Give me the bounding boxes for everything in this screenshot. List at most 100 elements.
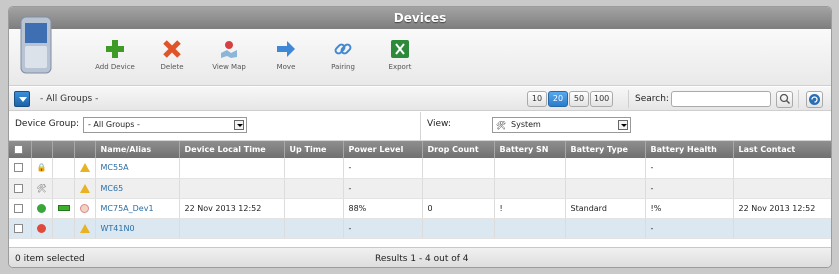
device-name-link[interactable]: MC65 [95, 178, 180, 199]
last-contact [733, 178, 831, 199]
delete-button[interactable]: Delete [142, 39, 202, 71]
column-name-alias[interactable]: Name/Alias [95, 141, 180, 158]
battery-health: - [645, 178, 734, 199]
up-time [284, 198, 344, 219]
divider [420, 112, 421, 140]
current-group-label: - All Groups - [40, 94, 99, 104]
devices-table: Name/Alias Device Local Time Up Time Pow… [9, 141, 831, 239]
handheld-device-icon [20, 16, 52, 74]
page-size-20[interactable]: 20 [548, 91, 568, 107]
devices-window: Devices Add Device Delete View Map Move … [8, 6, 832, 268]
connection-header [52, 141, 75, 158]
select-all-checkbox[interactable] [14, 145, 23, 154]
add-device-button[interactable]: Add Device [85, 39, 145, 71]
table-row[interactable]: WT41N0 - - [9, 218, 831, 239]
battery-health: !% [645, 198, 734, 219]
device-local-time: 22 Nov 2013 12:52 [179, 198, 285, 219]
device-name-link[interactable]: MC75A_Dev1 [95, 198, 180, 219]
column-drop-count[interactable]: Drop Count [422, 141, 495, 158]
power-level: - [343, 218, 423, 239]
row-checkbox[interactable] [14, 183, 23, 193]
search-input[interactable] [671, 91, 771, 107]
view-map-label: View Map [212, 63, 246, 71]
row-checkbox[interactable] [14, 163, 23, 173]
column-battery-type[interactable]: Battery Type [565, 141, 646, 158]
export-label: Export [388, 63, 412, 71]
device-name-link[interactable]: MC55A [95, 158, 180, 179]
up-time [284, 178, 344, 199]
refresh-button[interactable] [806, 91, 823, 108]
toolbar-ribbon: Add Device Delete View Map Move Pairing … [9, 16, 831, 86]
status-header [31, 141, 53, 158]
pairing-button[interactable]: Pairing [313, 39, 373, 71]
warning-icon [79, 183, 90, 193]
search-label: Search: [635, 94, 669, 104]
battery-type: Standard [565, 198, 646, 219]
lock-icon: 🔒 [36, 163, 47, 173]
page-size-selector: 10 20 50 100 [527, 91, 614, 107]
map-icon [221, 41, 237, 58]
magnifier-icon [779, 93, 791, 105]
power-level: - [343, 158, 423, 179]
last-contact: 22 Nov 2013 12:52 [733, 198, 831, 219]
view-value: System [511, 120, 541, 129]
drop-count: 0 [422, 198, 495, 219]
page-size-100[interactable]: 100 [590, 91, 614, 107]
table-row[interactable]: MC75A_Dev1 22 Nov 2013 12:52 88% 0 ! Sta… [9, 198, 831, 219]
window-title: Devices [9, 7, 831, 29]
drop-count [422, 218, 495, 239]
last-contact [733, 218, 831, 239]
delete-x-icon [163, 40, 181, 58]
device-local-time [179, 178, 285, 199]
search-button[interactable] [776, 91, 793, 108]
pairing-label: Pairing [331, 63, 355, 71]
refresh-icon [809, 94, 820, 105]
selected-count: 0 item selected [15, 254, 85, 264]
ok-check-icon [36, 203, 46, 213]
filter-toggle-button[interactable] [14, 91, 30, 107]
table-row[interactable]: 🛠 MC65 - - [9, 178, 831, 199]
power-level: 88% [343, 198, 423, 219]
results-count: Results 1 - 4 out of 4 [375, 254, 469, 264]
column-battery-sn[interactable]: Battery SN [494, 141, 566, 158]
device-group-label: Device Group: [15, 119, 80, 129]
table-header: Name/Alias Device Local Time Up Time Pow… [9, 141, 831, 158]
battery-health: - [645, 158, 734, 179]
view-select[interactable]: 🛠 System [492, 117, 631, 133]
add-device-label: Add Device [95, 63, 135, 71]
divider [628, 90, 629, 108]
table-row[interactable]: 🔒 MC55A - - [9, 158, 831, 179]
device-group-select[interactable]: - All Groups - [83, 117, 247, 133]
view-map-button[interactable]: View Map [199, 39, 259, 71]
move-label: Move [276, 63, 296, 71]
battery-sn [494, 178, 566, 199]
page-size-10[interactable]: 10 [527, 91, 547, 107]
move-button[interactable]: Move [256, 39, 316, 71]
column-last-contact[interactable]: Last Contact [733, 141, 831, 158]
device-name-link[interactable]: WT41N0 [95, 218, 180, 239]
link-icon [334, 43, 352, 55]
device-local-time [179, 218, 285, 239]
export-button[interactable]: Export [370, 39, 430, 71]
battery-type [565, 218, 646, 239]
divider [798, 90, 799, 108]
device-group-value: - All Groups - [88, 120, 140, 129]
row-checkbox[interactable] [14, 203, 23, 213]
page-size-50[interactable]: 50 [569, 91, 589, 107]
filter-row: Device Group: - All Groups - View: 🛠 Sys… [9, 112, 831, 141]
column-up-time[interactable]: Up Time [284, 141, 344, 158]
drop-count [422, 178, 495, 199]
select-all-header[interactable] [9, 141, 32, 158]
tools-icon: 🛠 [496, 121, 507, 130]
power-level: - [343, 178, 423, 199]
row-checkbox[interactable] [14, 223, 23, 233]
column-power-level[interactable]: Power Level [343, 141, 423, 158]
battery-health: - [645, 218, 734, 239]
column-battery-health[interactable]: Battery Health [645, 141, 734, 158]
up-time [284, 158, 344, 179]
excel-icon [391, 40, 409, 58]
warning-icon [79, 223, 90, 233]
column-device-local-time[interactable]: Device Local Time [179, 141, 285, 158]
chevron-down-icon [234, 120, 244, 130]
warning-icon [79, 163, 90, 173]
